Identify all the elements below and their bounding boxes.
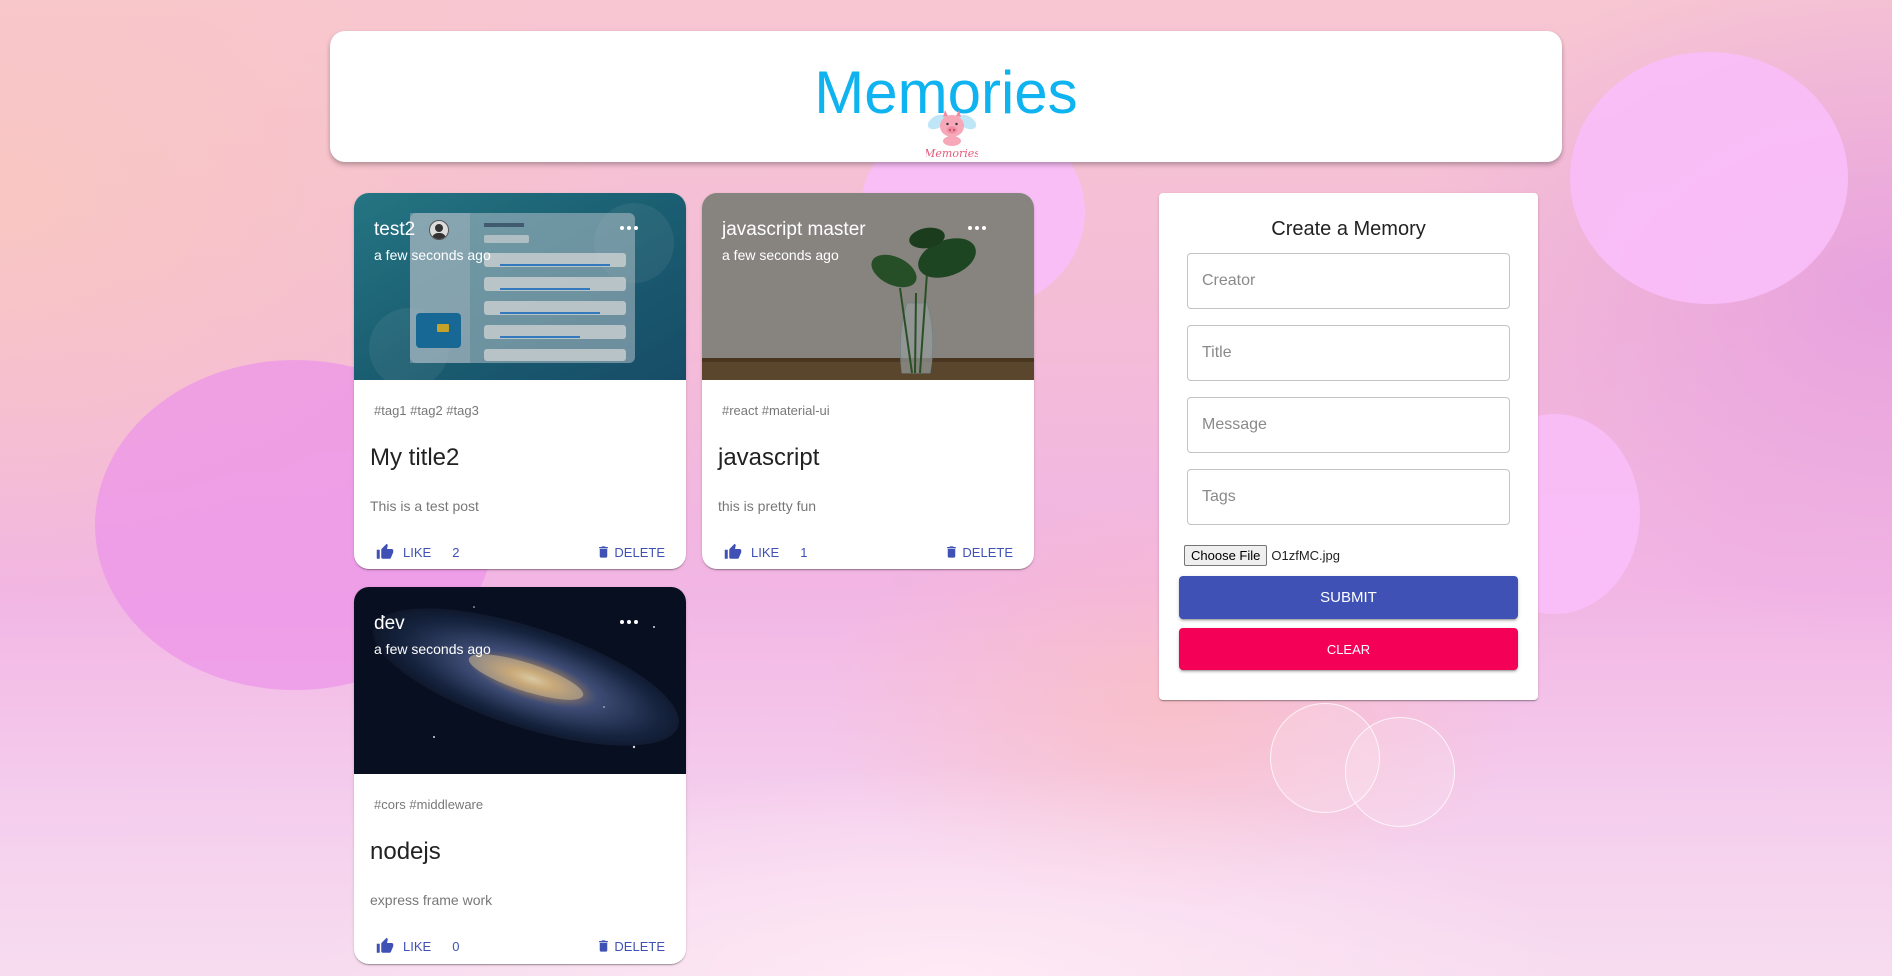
decor-bubble bbox=[1345, 717, 1455, 827]
delete-button[interactable]: DELETE bbox=[596, 543, 665, 561]
post-title: nodejs bbox=[370, 838, 441, 865]
more-options-icon[interactable] bbox=[620, 222, 644, 234]
thumb-up-icon bbox=[376, 937, 394, 953]
post-tags: #react #material-ui bbox=[722, 403, 830, 418]
decor-circle bbox=[1570, 52, 1848, 304]
delete-button[interactable]: DELETE bbox=[596, 937, 665, 955]
post-creator: javascript master bbox=[722, 219, 866, 240]
more-options-icon[interactable] bbox=[620, 616, 644, 628]
like-count: 2 bbox=[452, 544, 460, 560]
post-title: My title2 bbox=[370, 444, 460, 471]
like-label: LIKE bbox=[403, 544, 432, 560]
post-message: This is a test post bbox=[370, 498, 479, 514]
card-actions: LIKE 1 DELETE bbox=[702, 543, 1034, 569]
title-field[interactable] bbox=[1187, 325, 1510, 381]
post-time: a few seconds ago bbox=[722, 247, 839, 263]
like-label: LIKE bbox=[403, 938, 432, 954]
post-time: a few seconds ago bbox=[374, 641, 491, 657]
post-image: dev a few seconds ago bbox=[354, 587, 686, 774]
like-button[interactable]: LIKE 0 bbox=[376, 937, 459, 955]
post-card: dev a few seconds ago #cors #middleware … bbox=[354, 587, 686, 964]
post-time: a few seconds ago bbox=[374, 247, 491, 263]
post-tags: #cors #middleware bbox=[374, 797, 484, 812]
post-tags: #tag1 #tag2 #tag3 bbox=[374, 403, 479, 418]
post-image: javascript master a few seconds ago bbox=[702, 193, 1034, 380]
card-actions: LIKE 2 DELETE bbox=[354, 543, 686, 569]
delete-button[interactable]: DELETE bbox=[944, 543, 1013, 561]
delete-label: DELETE bbox=[614, 938, 665, 954]
thumb-up-icon bbox=[724, 543, 742, 559]
post-message: express frame work bbox=[370, 892, 493, 908]
submit-button[interactable]: SUBMIT bbox=[1179, 576, 1518, 619]
delete-label: DELETE bbox=[962, 544, 1013, 560]
clear-button[interactable]: CLEAR bbox=[1179, 628, 1518, 670]
trash-icon bbox=[599, 940, 609, 952]
decor-bubble bbox=[1270, 703, 1380, 813]
creator-field[interactable] bbox=[1187, 253, 1510, 309]
like-button[interactable]: LIKE 1 bbox=[724, 543, 807, 561]
like-button[interactable]: LIKE 2 bbox=[376, 543, 459, 561]
svg-text:Memories: Memories bbox=[926, 147, 978, 160]
trash-icon bbox=[947, 546, 957, 558]
post-creator: dev bbox=[374, 613, 405, 634]
like-label: LIKE bbox=[751, 544, 780, 560]
trash-icon bbox=[599, 546, 609, 558]
delete-label: DELETE bbox=[614, 544, 665, 560]
file-name: O1zfMC.jpg bbox=[1271, 548, 1341, 563]
card-actions: LIKE 0 DELETE bbox=[354, 937, 686, 963]
file-picker: Choose File O1zfMC.jpg bbox=[1184, 545, 1340, 566]
flying-pig-logo-icon: Memories bbox=[926, 110, 978, 160]
app-bar: Memories Memories bbox=[330, 31, 1562, 162]
tags-field[interactable] bbox=[1187, 469, 1510, 525]
post-title: javascript bbox=[718, 444, 820, 471]
post-image: test2 a few seconds ago bbox=[354, 193, 686, 380]
post-message: this is pretty fun bbox=[718, 498, 817, 514]
create-memory-form: Create a Memory Choose File O1zfMC.jpg S… bbox=[1159, 193, 1538, 700]
form-title: Create a Memory bbox=[1271, 218, 1426, 240]
post-card: javascript master a few seconds ago #rea… bbox=[702, 193, 1034, 569]
more-options-icon[interactable] bbox=[968, 222, 992, 234]
like-count: 0 bbox=[452, 938, 460, 954]
choose-file-button[interactable]: Choose File bbox=[1184, 545, 1268, 566]
avatar bbox=[429, 220, 449, 240]
like-count: 1 bbox=[800, 544, 808, 560]
post-creator: test2 bbox=[374, 219, 416, 240]
post-card: test2 a few seconds ago #tag1 #tag2 #tag… bbox=[354, 193, 686, 569]
thumb-up-icon bbox=[376, 543, 394, 559]
message-field[interactable] bbox=[1187, 397, 1510, 453]
